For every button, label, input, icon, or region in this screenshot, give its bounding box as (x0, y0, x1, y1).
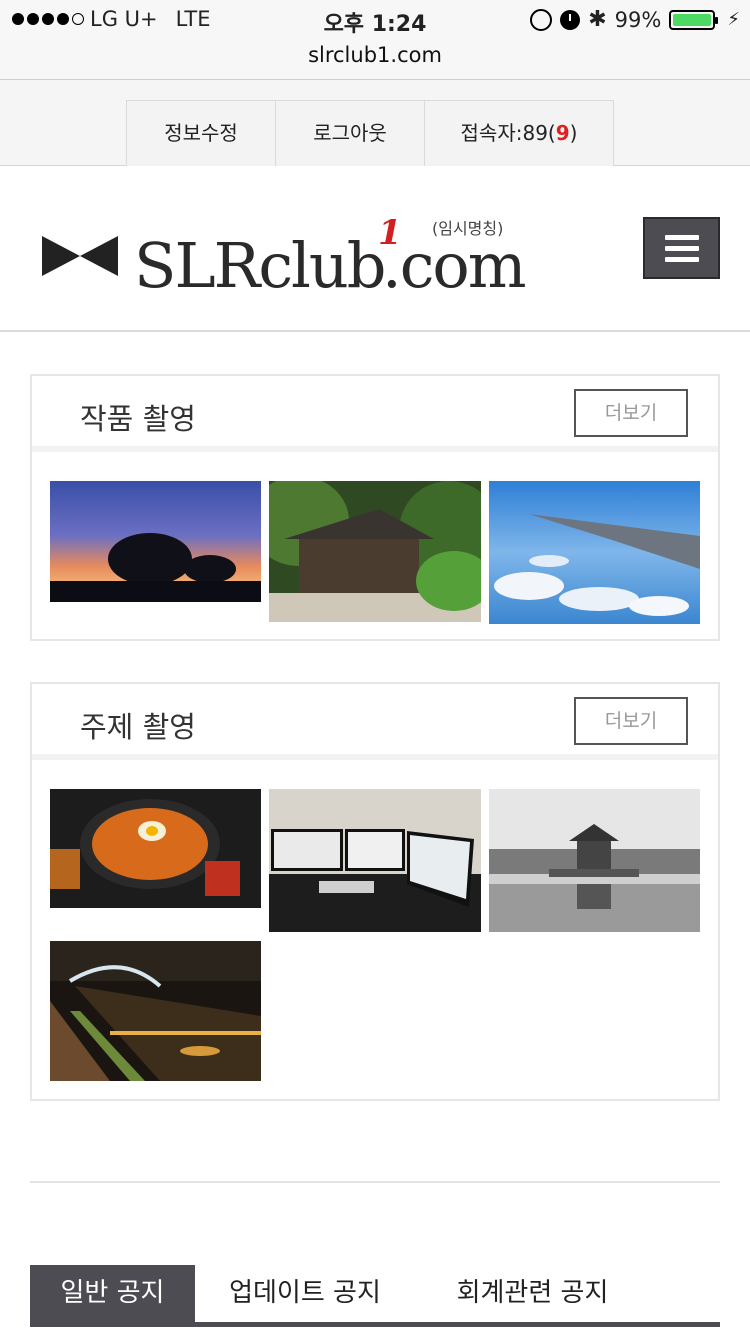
section-divider (30, 1181, 720, 1183)
charging-icon: ⚡ (727, 9, 740, 30)
notice-tabs: 일반 공지 업데이트 공지 회계관련 공지 (30, 1265, 720, 1327)
wooden-house-forest-photo[interactable] (269, 481, 481, 622)
ramen-bowl-photo[interactable] (50, 789, 261, 908)
logo-domain: .com (382, 229, 526, 294)
more-button[interactable]: 더보기 (574, 389, 688, 437)
section-header: 주제 촬영 더보기 (32, 684, 718, 760)
hamburger-menu-icon (664, 234, 699, 240)
status-icons: ✱ 99% ⚡ (530, 7, 740, 32)
status-bar: LG U+ LTE 오후 1:24 ✱ 99% ⚡ (0, 0, 750, 40)
site-header: SLRclub 1 .com (임시명칭) (0, 166, 750, 332)
visitors-count[interactable]: 접속자:89(9) (424, 100, 614, 166)
section-header: 작품 촬영 더보기 (32, 376, 718, 452)
section-works: 작품 촬영 더보기 (30, 374, 720, 641)
more-button[interactable]: 더보기 (574, 697, 688, 745)
tab-update-notice[interactable]: 업데이트 공지 (195, 1265, 415, 1322)
visitors-label-end: ) (569, 121, 578, 145)
battery-icon (669, 9, 719, 30)
visitors-highlight-count: 9 (555, 121, 570, 145)
night-stream-bridge-photo[interactable] (50, 941, 261, 1081)
pavilion-pond-bw-photo[interactable] (489, 789, 700, 932)
section-title: 작품 촬영 (80, 402, 196, 436)
bluetooth-icon: ✱ (588, 7, 607, 32)
orientation-lock-icon (530, 8, 553, 31)
logo-text: SLRclub (134, 229, 385, 294)
battery-percent: 99% (614, 7, 662, 32)
logo-note: (임시명칭) (432, 219, 503, 238)
section-themes: 주제 촬영 더보기 (30, 682, 720, 1101)
section-title: 주제 촬영 (80, 710, 196, 744)
visitors-label: 접속자:89( (460, 121, 556, 145)
address-bar[interactable]: slrclub1.com (0, 40, 750, 80)
top-nav: 정보수정 로그아웃 접속자:89(9) (0, 80, 750, 166)
sunset-tree-photo[interactable] (50, 481, 261, 602)
site-logo[interactable]: SLRclub 1 .com (임시명칭) (40, 214, 530, 294)
url-text[interactable]: slrclub1.com (308, 43, 442, 67)
tab-general-notice[interactable]: 일반 공지 (30, 1265, 195, 1322)
hamburger-menu-button[interactable] (643, 217, 720, 279)
airplane-wing-sky-photo[interactable] (489, 481, 700, 624)
tab-accounting-notice[interactable]: 회계관련 공지 (415, 1265, 650, 1322)
logout-link[interactable]: 로그아웃 (275, 100, 425, 166)
computer-desk-monitors-photo[interactable] (269, 789, 481, 932)
alarm-icon (560, 9, 581, 30)
edit-profile-link[interactable]: 정보수정 (126, 100, 276, 166)
